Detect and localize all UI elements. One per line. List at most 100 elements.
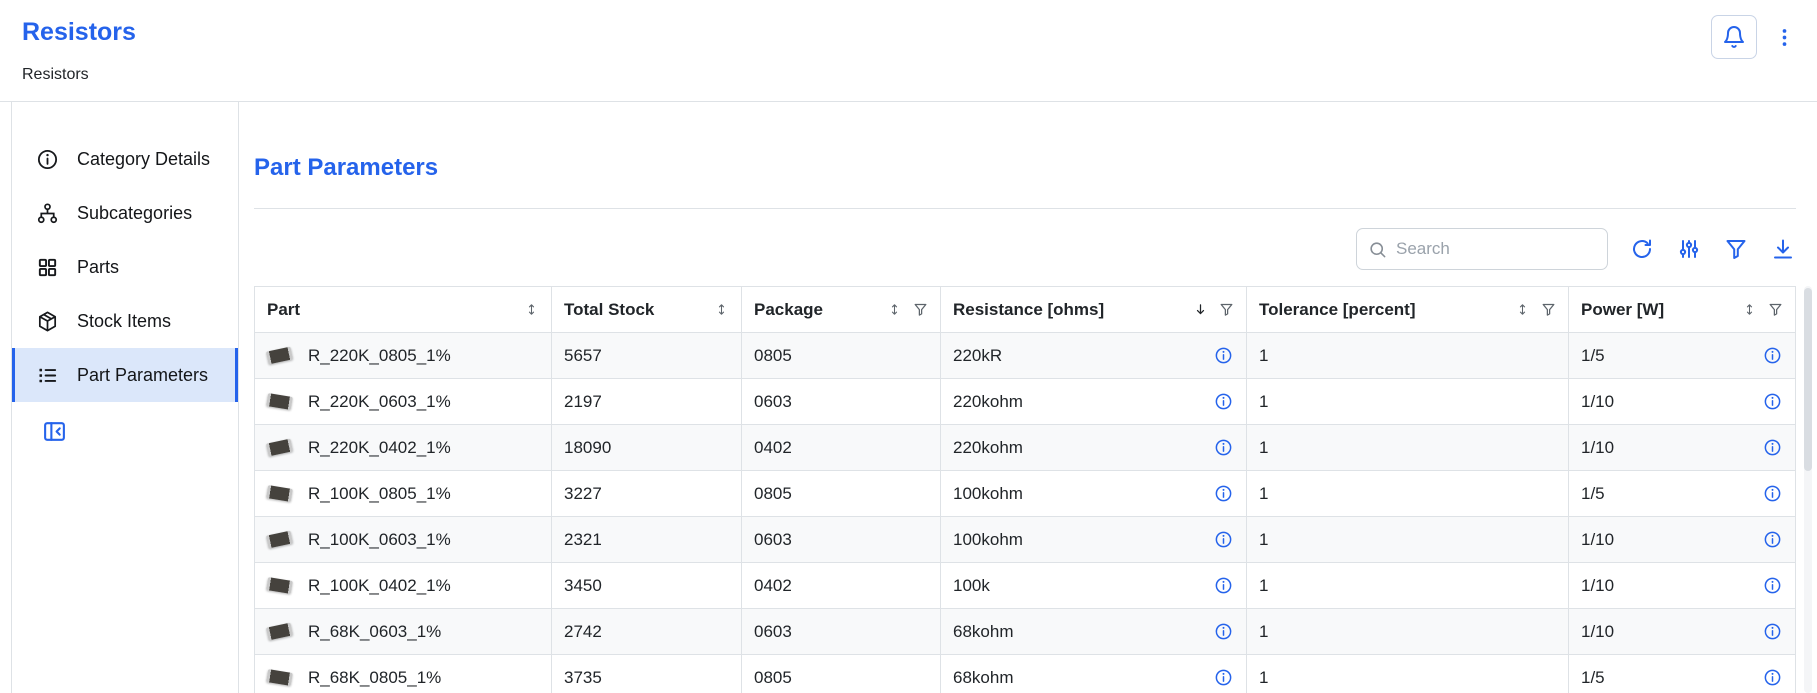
info-button[interactable] — [1763, 438, 1783, 458]
column-filter-icon[interactable] — [1219, 302, 1234, 317]
table-row[interactable]: R_68K_0603_1% 2742 0603 68kohm 1 1/10 — [255, 609, 1796, 655]
column-settings-icon — [1677, 237, 1701, 261]
info-button[interactable] — [1763, 392, 1783, 412]
part-name: R_220K_0603_1% — [308, 392, 451, 412]
grid-toolbar — [254, 228, 1796, 270]
package-value: 0603 — [754, 392, 792, 411]
column-filter-icon[interactable] — [913, 302, 928, 317]
tolerance-value: 1 — [1259, 438, 1268, 457]
table-row[interactable]: R_220K_0603_1% 2197 0603 220kohm 1 1/10 — [255, 379, 1796, 425]
column-header-tolerance[interactable]: Tolerance [percent] — [1247, 287, 1569, 333]
power-value: 1/5 — [1581, 346, 1605, 366]
scrollbar-thumb[interactable] — [1804, 288, 1812, 471]
power-value: 1/5 — [1581, 668, 1605, 688]
total-stock-value: 3227 — [564, 484, 602, 503]
page-header: Resistors Resistors — [0, 0, 1817, 102]
info-icon — [1763, 346, 1782, 365]
sort-descending-icon[interactable] — [1193, 302, 1208, 317]
notifications-button[interactable] — [1711, 15, 1757, 59]
column-filter-icon[interactable] — [1768, 302, 1783, 317]
tolerance-value: 1 — [1259, 576, 1268, 595]
info-button[interactable] — [1214, 622, 1234, 642]
part-thumbnail — [266, 393, 293, 410]
column-header-resistance[interactable]: Resistance [ohms] — [941, 287, 1247, 333]
info-button[interactable] — [1214, 392, 1234, 412]
box-icon — [36, 310, 59, 333]
column-header-total-stock[interactable]: Total Stock — [552, 287, 742, 333]
part-thumbnail — [266, 485, 293, 502]
info-button[interactable] — [1214, 438, 1234, 458]
sort-icon[interactable] — [1742, 302, 1757, 317]
total-stock-value: 2197 — [564, 392, 602, 411]
power-value: 1/10 — [1581, 622, 1614, 642]
info-icon — [1214, 576, 1233, 595]
table-row[interactable]: R_100K_0805_1% 3227 0805 100kohm 1 1/5 — [255, 471, 1796, 517]
info-button[interactable] — [1763, 622, 1783, 642]
info-button[interactable] — [1214, 668, 1234, 688]
info-button[interactable] — [1214, 346, 1234, 366]
sidebar-item-category-details[interactable]: Category Details — [12, 132, 238, 186]
sidebar-item-part-parameters[interactable]: Part Parameters — [12, 348, 238, 402]
info-button[interactable] — [1763, 668, 1783, 688]
sidebar-item-label: Part Parameters — [77, 365, 208, 386]
total-stock-value: 2742 — [564, 622, 602, 641]
grid-icon — [36, 256, 59, 279]
kebab-menu-button[interactable] — [1769, 15, 1799, 59]
sidebar: Category Details Subcategories Parts Sto… — [12, 102, 239, 693]
sidebar-item-subcategories[interactable]: Subcategories — [12, 186, 238, 240]
info-button[interactable] — [1214, 530, 1234, 550]
info-button[interactable] — [1214, 484, 1234, 504]
sort-icon[interactable] — [887, 302, 902, 317]
breadcrumb: Resistors — [22, 66, 89, 84]
sort-icon[interactable] — [1515, 302, 1530, 317]
collapse-sidebar-button[interactable] — [39, 418, 69, 448]
search-icon — [1368, 240, 1387, 259]
sidebar-item-label: Stock Items — [77, 311, 171, 332]
table-row[interactable]: R_100K_0603_1% 2321 0603 100kohm 1 1/10 — [255, 517, 1796, 563]
column-label: Resistance [ohms] — [953, 300, 1104, 320]
resistance-value: 68kohm — [953, 668, 1013, 688]
resistance-value: 220kohm — [953, 392, 1023, 412]
power-value: 1/5 — [1581, 484, 1605, 504]
table-row[interactable]: R_220K_0402_1% 18090 0402 220kohm 1 1/10 — [255, 425, 1796, 471]
info-icon — [1763, 392, 1782, 411]
column-label: Package — [754, 300, 823, 320]
info-icon — [1763, 530, 1782, 549]
column-filter-icon[interactable] — [1541, 302, 1556, 317]
download-icon — [1771, 237, 1795, 261]
sort-icon[interactable] — [714, 302, 729, 317]
table-row[interactable]: R_100K_0402_1% 3450 0402 100k 1 1/10 — [255, 563, 1796, 609]
info-icon — [1763, 622, 1782, 641]
table-scrollbar[interactable] — [1804, 286, 1812, 693]
refresh-button[interactable] — [1629, 236, 1655, 262]
info-button[interactable] — [1214, 576, 1234, 596]
sort-icon[interactable] — [524, 302, 539, 317]
download-button[interactable] — [1770, 236, 1796, 262]
filter-button[interactable] — [1723, 236, 1749, 262]
info-button[interactable] — [1763, 346, 1783, 366]
table-row[interactable]: R_68K_0805_1% 3735 0805 68kohm 1 1/5 — [255, 655, 1796, 693]
sidebar-item-parts[interactable]: Parts — [12, 240, 238, 294]
search-input[interactable] — [1396, 239, 1596, 259]
package-value: 0402 — [754, 576, 792, 595]
total-stock-value: 3735 — [564, 668, 602, 687]
column-header-power[interactable]: Power [W] — [1569, 287, 1796, 333]
info-button[interactable] — [1763, 530, 1783, 550]
column-header-package[interactable]: Package — [742, 287, 941, 333]
info-icon — [1214, 438, 1233, 457]
info-icon — [1214, 392, 1233, 411]
package-value: 0402 — [754, 438, 792, 457]
kebab-menu-icon — [1774, 27, 1795, 48]
part-name: R_220K_0402_1% — [308, 438, 451, 458]
column-header-part[interactable]: Part — [255, 287, 552, 333]
info-icon — [1214, 484, 1233, 503]
power-value: 1/10 — [1581, 438, 1614, 458]
info-button[interactable] — [1763, 484, 1783, 504]
power-value: 1/10 — [1581, 576, 1614, 596]
table-row[interactable]: R_220K_0805_1% 5657 0805 220kR 1 1/5 — [255, 333, 1796, 379]
info-button[interactable] — [1763, 576, 1783, 596]
sidebar-item-stock-items[interactable]: Stock Items — [12, 294, 238, 348]
resistance-value: 220kohm — [953, 438, 1023, 458]
column-settings-button[interactable] — [1676, 236, 1702, 262]
sidebar-item-label: Parts — [77, 257, 119, 278]
